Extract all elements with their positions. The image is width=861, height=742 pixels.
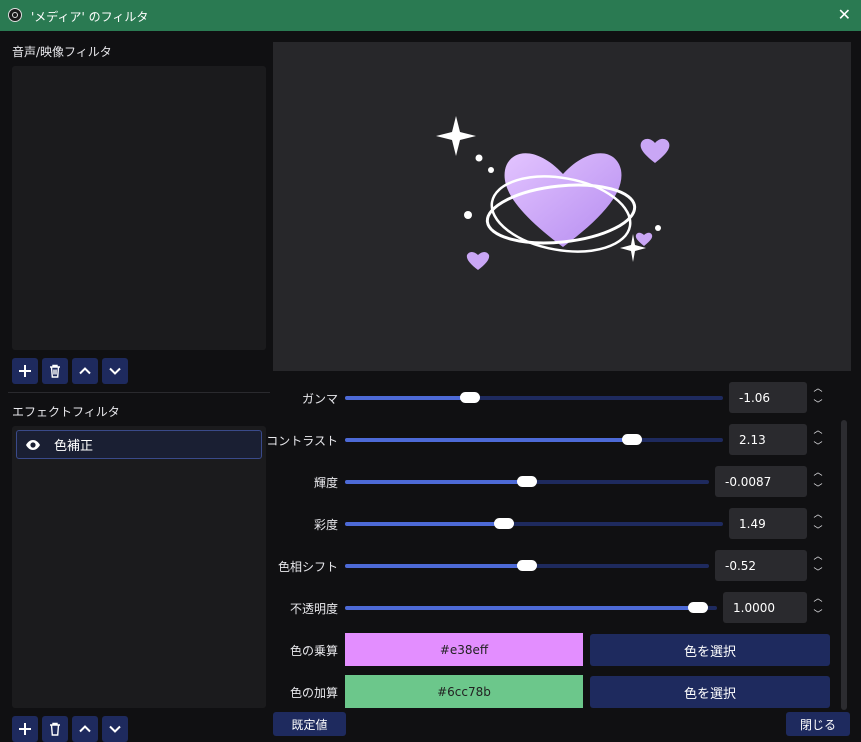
saturation-slider-thumb[interactable] — [493, 518, 514, 529]
opacity-stepper[interactable]: ︿ ﹀ — [808, 592, 828, 623]
chevron-down-icon — [109, 367, 121, 375]
preview-area — [273, 42, 851, 371]
opacity-label: 不透明度 — [289, 602, 338, 616]
move-effect-down-button[interactable] — [102, 716, 128, 742]
close-button[interactable]: 閉じる — [786, 712, 850, 736]
brightness-slider-thumb[interactable] — [517, 476, 537, 487]
hue-shift-slider[interactable] — [345, 560, 709, 571]
step-up-icon[interactable]: ︿ — [813, 427, 822, 436]
eye-icon[interactable] — [25, 437, 41, 453]
title-bar: 'メディア' のフィルタ ✕ — [0, 0, 861, 31]
plus-icon — [19, 365, 31, 377]
step-up-icon[interactable]: ︿ — [813, 511, 822, 520]
brightness-stepper[interactable]: ︿ ﹀ — [808, 466, 828, 497]
saturation-label: 彩度 — [313, 518, 338, 532]
audio-video-filters-label: 音声/映像フィルタ — [12, 45, 112, 59]
step-up-icon[interactable]: ︿ — [813, 469, 822, 478]
color-add-select-button[interactable]: 色を選択 — [590, 676, 830, 708]
hue-shift-label: 色相シフト — [277, 560, 338, 574]
gamma-slider[interactable] — [345, 392, 723, 403]
brightness-slider[interactable] — [345, 476, 709, 487]
brightness-input[interactable]: -0.0087 — [715, 466, 807, 497]
step-down-icon[interactable]: ﹀ — [813, 400, 822, 410]
hue-shift-slider-thumb[interactable] — [517, 560, 537, 571]
heart-sparkle-image — [436, 116, 670, 270]
move-effect-up-button[interactable] — [72, 716, 98, 742]
properties-scrollbar[interactable] — [841, 420, 847, 710]
trash-icon — [50, 722, 60, 736]
saturation-slider[interactable] — [345, 518, 723, 529]
color-multiply-label: 色の乗算 — [289, 644, 338, 658]
color-add-label: 色の加算 — [289, 686, 338, 700]
defaults-button[interactable]: 既定値 — [273, 712, 346, 736]
contrast-stepper[interactable]: ︿ ﹀ — [808, 424, 828, 455]
contrast-slider[interactable] — [345, 434, 723, 445]
gamma-input[interactable]: -1.06 — [729, 382, 807, 413]
color-add-swatch: #6cc78b — [345, 675, 583, 708]
step-up-icon[interactable]: ︿ — [813, 385, 822, 394]
close-icon[interactable]: ✕ — [838, 5, 851, 24]
effect-filter-item[interactable]: 色補正 — [16, 430, 262, 459]
opacity-input[interactable]: 1.0000 — [723, 592, 807, 623]
contrast-slider-thumb[interactable] — [622, 434, 643, 445]
brightness-label: 輝度 — [313, 476, 338, 490]
audio-video-filter-list[interactable] — [12, 66, 266, 350]
hue-shift-stepper[interactable]: ︿ ﹀ — [808, 550, 828, 581]
window-title: 'メディア' のフィルタ — [31, 10, 149, 24]
trash-icon — [50, 364, 60, 378]
obs-logo-icon — [8, 8, 22, 22]
step-down-icon[interactable]: ﹀ — [813, 442, 822, 452]
opacity-slider-thumb[interactable] — [688, 602, 709, 613]
add-effect-button[interactable] — [12, 716, 38, 742]
effect-filter-list[interactable] — [12, 426, 266, 708]
add-filter-button[interactable] — [12, 358, 38, 384]
step-up-icon[interactable]: ︿ — [813, 553, 822, 562]
color-multiply-select-button[interactable]: 色を選択 — [590, 634, 830, 666]
step-down-icon[interactable]: ﹀ — [813, 568, 822, 578]
chevron-up-icon — [79, 725, 91, 733]
effect-filters-label: エフェクトフィルタ — [12, 405, 120, 419]
chevron-up-icon — [79, 367, 91, 375]
step-down-icon[interactable]: ﹀ — [813, 526, 822, 536]
hue-shift-input[interactable]: -0.52 — [715, 550, 807, 581]
saturation-input[interactable]: 1.49 — [729, 508, 807, 539]
chevron-down-icon — [109, 725, 121, 733]
step-up-icon[interactable]: ︿ — [813, 595, 822, 604]
effect-filter-name: 色補正 — [54, 439, 94, 454]
saturation-stepper[interactable]: ︿ ﹀ — [808, 508, 828, 539]
gamma-stepper[interactable]: ︿ ﹀ — [808, 382, 828, 413]
gamma-label: ガンマ — [301, 392, 338, 406]
contrast-label: コントラスト — [266, 434, 338, 448]
remove-filter-button[interactable] — [42, 358, 68, 384]
step-down-icon[interactable]: ﹀ — [813, 484, 822, 494]
remove-effect-button[interactable] — [42, 716, 68, 742]
step-down-icon[interactable]: ﹀ — [813, 610, 822, 620]
contrast-input[interactable]: 2.13 — [729, 424, 807, 455]
section-divider — [8, 392, 270, 393]
opacity-slider[interactable] — [345, 602, 717, 613]
color-multiply-swatch: #e38eff — [345, 633, 583, 666]
plus-icon — [19, 723, 31, 735]
move-down-button[interactable] — [102, 358, 128, 384]
move-up-button[interactable] — [72, 358, 98, 384]
gamma-slider-thumb[interactable] — [459, 392, 480, 403]
